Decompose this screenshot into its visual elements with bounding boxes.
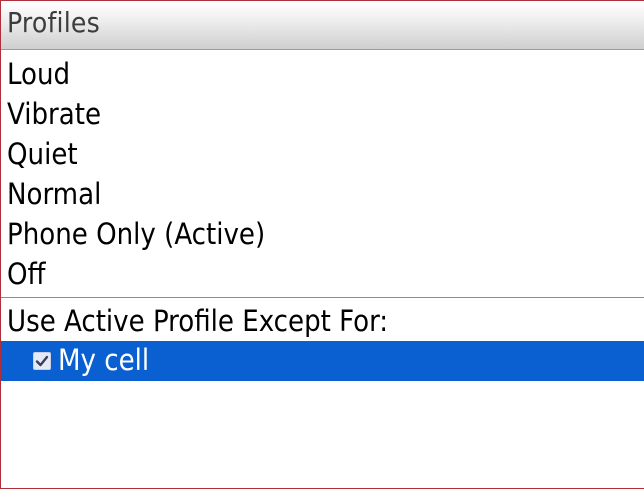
profile-item-vibrate[interactable]: Vibrate	[1, 94, 644, 134]
section-divider	[1, 297, 644, 298]
profiles-screen: Profiles Loud Vibrate Quiet Normal Phone…	[0, 0, 644, 489]
profile-item-loud[interactable]: Loud	[1, 54, 644, 94]
exception-item-my-cell[interactable]: My cell	[1, 341, 644, 381]
checkbox-checked-icon[interactable]	[33, 352, 51, 370]
exception-item-label: My cell	[58, 343, 150, 377]
exceptions-heading: Use Active Profile Except For:	[7, 304, 389, 338]
profile-item-off[interactable]: Off	[1, 254, 644, 294]
checkmark-icon	[35, 355, 49, 367]
title-bar: Profiles	[1, 1, 644, 50]
page-title: Profiles	[7, 6, 100, 39]
profile-item-phone-only[interactable]: Phone Only (Active)	[1, 214, 644, 254]
profile-item-quiet[interactable]: Quiet	[1, 134, 644, 174]
profile-list: Loud Vibrate Quiet Normal Phone Only (Ac…	[1, 54, 644, 294]
profile-item-normal[interactable]: Normal	[1, 174, 644, 214]
